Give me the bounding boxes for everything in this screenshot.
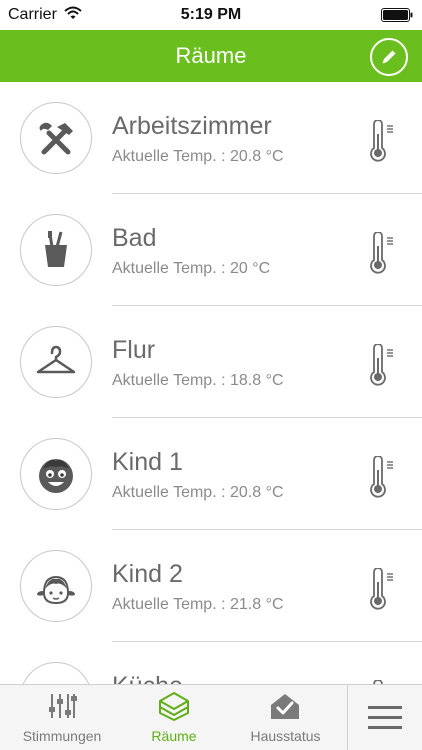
- thermometer-icon[interactable]: [368, 232, 396, 274]
- thermometer-icon[interactable]: [368, 344, 396, 386]
- room-name: Küche: [112, 672, 183, 684]
- hamburger-menu-icon: [368, 706, 402, 729]
- room-temperature: Aktuelle Temp. : 20.8 °C: [112, 148, 284, 165]
- room-list[interactable]: Arbeitszimmer Aktuelle Temp. : 20.8 °C B…: [0, 82, 422, 684]
- house-check-icon: [271, 694, 299, 719]
- room-icon-circle: [20, 438, 92, 510]
- status-bar: Carrier 5:19 PM: [0, 0, 422, 30]
- room-temperature: Aktuelle Temp. : 21.8 °C: [112, 596, 284, 613]
- thermometer-icon[interactable]: [368, 456, 396, 498]
- room-name: Flur: [112, 336, 156, 364]
- room-icon-circle: [20, 326, 92, 398]
- room-icon-circle: [20, 662, 92, 684]
- app-header: Räume: [0, 30, 422, 82]
- status-time: 5:19 PM: [180, 6, 242, 23]
- girl-face-icon: [37, 575, 75, 605]
- tab-stimmungen[interactable]: Stimmungen: [0, 685, 124, 750]
- room-item-kind-1[interactable]: Kind 1 Aktuelle Temp. : 20.8 °C: [0, 418, 422, 530]
- room-item-flur[interactable]: Flur Aktuelle Temp. : 18.8 °C: [0, 306, 422, 418]
- room-item-bad[interactable]: Bad Aktuelle Temp. : 20 °C: [0, 194, 422, 306]
- room-temperature: Aktuelle Temp. : 18.8 °C: [112, 372, 284, 389]
- room-temperature: Aktuelle Temp. : 20 °C: [112, 260, 271, 277]
- room-icon-circle: [20, 214, 92, 286]
- hanger-icon: [36, 345, 76, 374]
- room-name: Bad: [112, 224, 157, 252]
- room-icon-circle: [20, 550, 92, 622]
- room-item-kind-2[interactable]: Kind 2 Aktuelle Temp. : 21.8 °C: [0, 530, 422, 642]
- tab-label: Räume: [151, 728, 197, 744]
- edit-button[interactable]: [370, 38, 408, 76]
- tab-bar: Stimmungen Räume Hausstatus: [0, 684, 422, 750]
- tab-raeume[interactable]: Räume: [124, 685, 224, 750]
- battery-icon: [381, 8, 413, 22]
- boy-face-icon: [39, 459, 73, 493]
- room-item-arbeitszimmer[interactable]: Arbeitszimmer Aktuelle Temp. : 20.8 °C: [0, 82, 422, 194]
- toothbrush-cup-icon: [45, 231, 67, 267]
- thermometer-icon[interactable]: [368, 120, 396, 162]
- room-temperature: Aktuelle Temp. : 20.8 °C: [112, 484, 284, 501]
- page-title: Räume: [175, 43, 247, 68]
- tools-icon: [39, 122, 73, 155]
- room-name: Kind 1: [112, 448, 183, 476]
- room-name: Kind 2: [112, 560, 183, 588]
- menu-button[interactable]: [348, 685, 422, 750]
- kitchen-icon: [35, 677, 77, 684]
- room-name: Arbeitszimmer: [112, 112, 272, 140]
- tab-hausstatus[interactable]: Hausstatus: [224, 685, 347, 750]
- tab-label: Stimmungen: [22, 728, 102, 744]
- thermometer-icon[interactable]: [368, 568, 396, 610]
- room-item-kueche[interactable]: Küche: [0, 642, 422, 684]
- rooms-icon: [159, 692, 189, 721]
- pencil-icon: [382, 50, 396, 64]
- room-icon-circle: [20, 102, 92, 174]
- sliders-icon: [49, 694, 77, 718]
- tab-label: Hausstatus: [250, 728, 321, 744]
